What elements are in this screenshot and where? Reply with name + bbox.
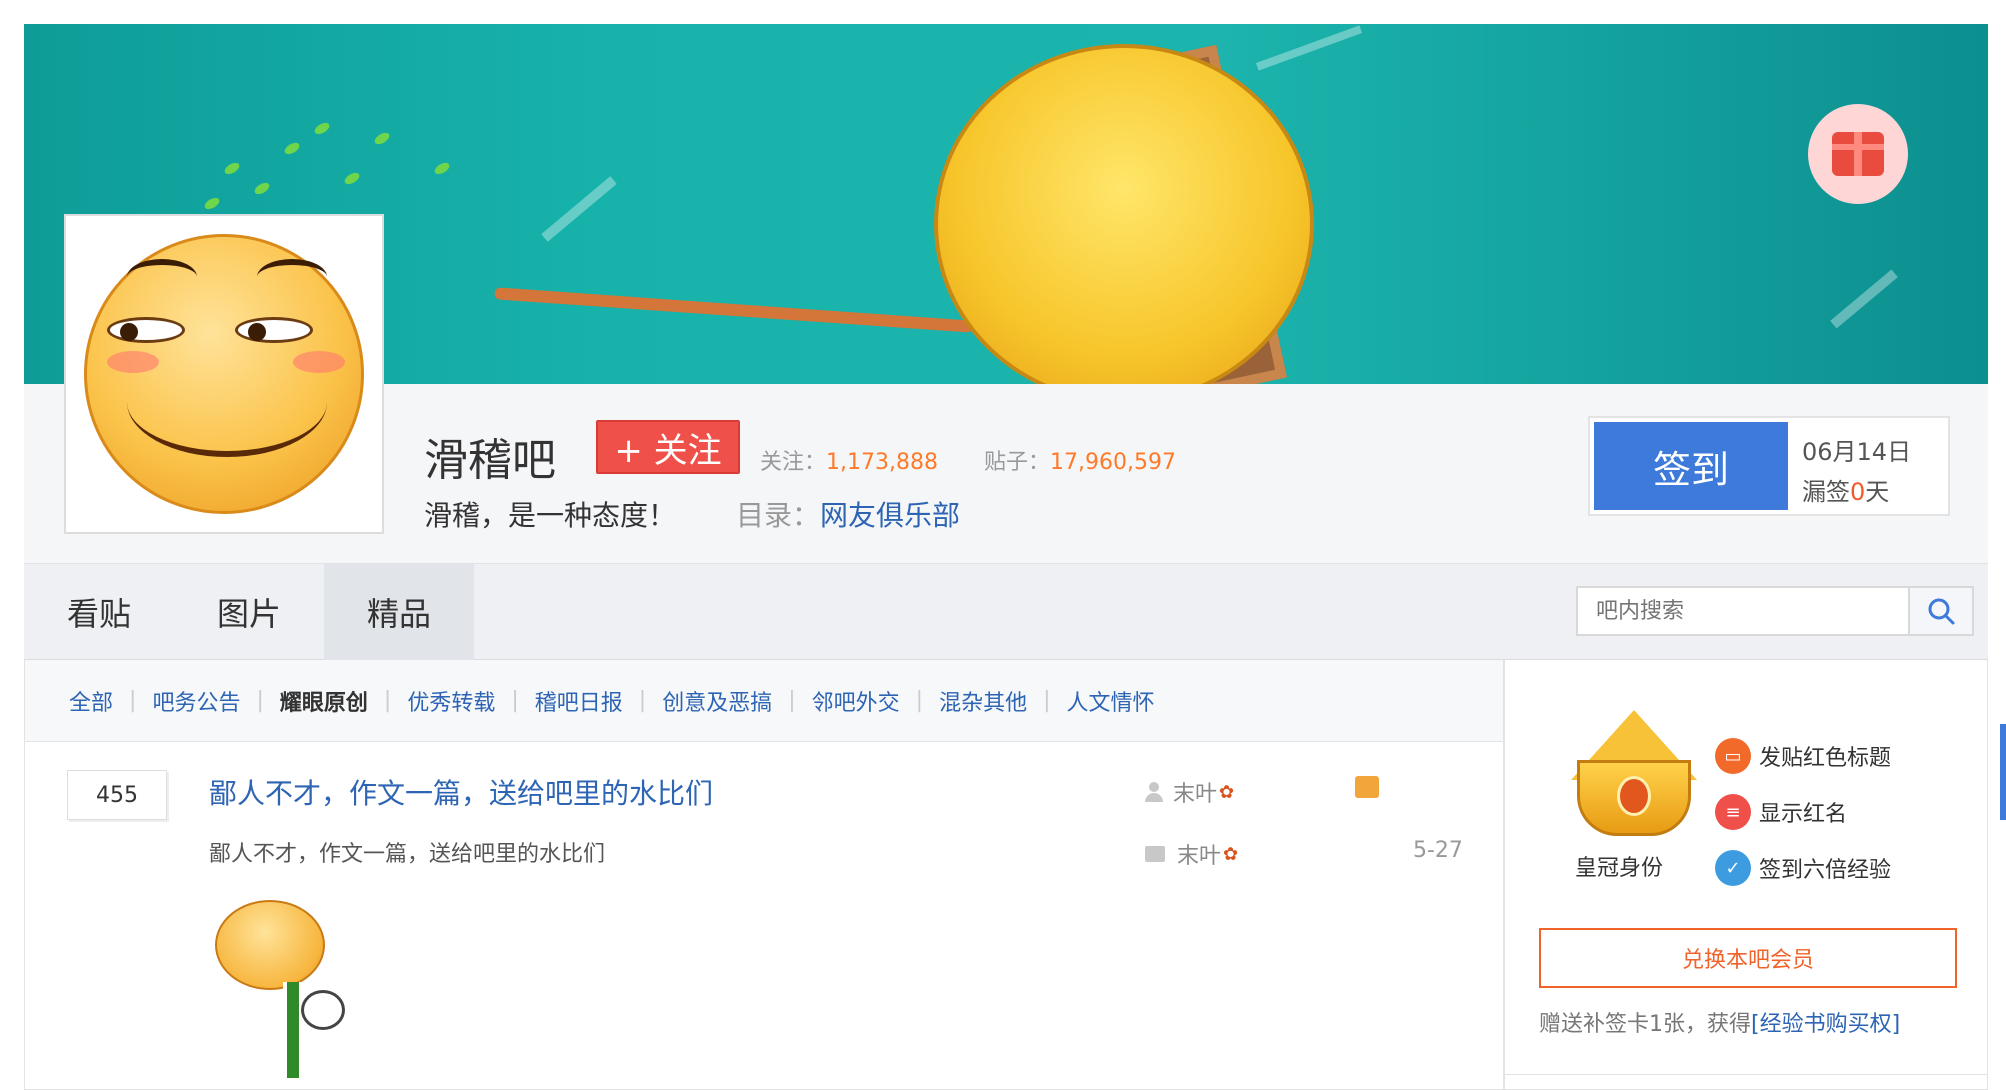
reply-count: 455 [67, 770, 167, 820]
maple-leaf-icon: ✿ [1219, 781, 1235, 803]
crown-icon [1571, 710, 1697, 840]
sign-exp-icon: ✓ [1715, 850, 1751, 886]
category-bar: 全部 | 吧务公告 | 耀眼原创 | 优秀转载 | 稽吧日报 | 创意及恶搞 |… [25, 660, 1503, 742]
tab-images[interactable]: 图片 [174, 564, 324, 660]
category-misc[interactable]: 混杂其他 [939, 685, 1027, 717]
missed-days: 漏签0天 [1802, 478, 1890, 506]
thread-title[interactable]: 鄙人不才，作文一篇，送给吧里的水比们 [209, 772, 713, 812]
category-daily[interactable]: 稽吧日报 [535, 685, 623, 717]
category-diplomacy[interactable]: 邻吧外交 [812, 685, 900, 717]
last-reply-author[interactable]: 末叶 ✿ [1145, 838, 1238, 870]
person-icon [1145, 782, 1163, 802]
member-badge-icon [1355, 776, 1379, 798]
umbrella-face-illustration [934, 44, 1314, 384]
oar-illustration [494, 287, 974, 333]
forum-page: 滑稽吧 + 关注 关注：1,173,888 贴子：17,960,597 滑稽，是… [24, 24, 1988, 1090]
thread-time: 5-27 [1413, 838, 1463, 863]
search-button[interactable] [1910, 586, 1974, 636]
maple-leaf-icon: ✿ [1223, 843, 1239, 865]
follow-count-label: 关注： [760, 450, 827, 475]
perk-red-name: ≡ 显示红名 [1715, 794, 1847, 830]
catalog-label: 目录： [736, 499, 821, 532]
category-creative[interactable]: 创意及恶搞 [662, 685, 772, 717]
member-sidebar: 皇冠身份 ▭ 发贴红色标题 ≡ 显示红名 ✓ 签到六倍经验 兑换本吧会员 赠送补… [1504, 660, 1988, 1090]
bonus-text: 赠送补签卡1张，获得[经验书购买权] [1539, 1012, 1901, 1037]
last-reply-name[interactable]: 末叶 [1177, 838, 1221, 870]
thread-abstract: 鄙人不才，作文一篇，送给吧里的水比们 [209, 842, 606, 867]
signin-panel: 签到 06月14日 漏签0天 [1588, 416, 1950, 516]
reply-icon [1145, 846, 1165, 862]
signin-date: 06月14日 [1802, 438, 1912, 466]
crown-label: 皇冠身份 [1575, 856, 1664, 881]
search-icon [1928, 598, 1955, 625]
category-all[interactable]: 全部 [69, 685, 113, 717]
perk-red-title: ▭ 发贴红色标题 [1715, 738, 1891, 774]
category-original[interactable]: 耀眼原创 [280, 685, 368, 717]
tab-featured[interactable]: 精品 [324, 564, 474, 660]
funny-face-icon [84, 234, 364, 514]
thread-author[interactable]: 末叶 ✿ [1145, 776, 1234, 808]
post-count: 17,960,597 [1050, 450, 1176, 475]
forum-tabs: 看贴 图片 精品 [24, 564, 1988, 660]
thread-list: 全部 | 吧务公告 | 耀眼原创 | 优秀转载 | 稽吧日报 | 创意及恶搞 |… [24, 660, 1504, 1090]
exchange-membership-button[interactable]: 兑换本吧会员 [1539, 928, 1957, 988]
category-reposts[interactable]: 优秀转载 [407, 685, 495, 717]
signin-button[interactable]: 签到 [1594, 422, 1788, 510]
forum-search-input[interactable] [1576, 586, 1910, 636]
category-announcements[interactable]: 吧务公告 [152, 685, 240, 717]
gift-icon [1832, 132, 1884, 176]
catalog-link[interactable]: 网友俱乐部 [820, 499, 960, 532]
red-name-icon: ≡ [1715, 794, 1751, 830]
tab-threads[interactable]: 看贴 [24, 564, 174, 660]
gift-button[interactable] [1808, 104, 1908, 204]
forum-slogan: 滑稽，是一种态度！ [424, 499, 677, 532]
forum-catalog: 目录：网友俱乐部 [736, 494, 960, 534]
side-float-tab[interactable] [2000, 724, 2006, 820]
red-title-icon: ▭ [1715, 738, 1751, 774]
bonus-link[interactable]: [经验书购买权] [1751, 1012, 1900, 1037]
perk-sign-exp: ✓ 签到六倍经验 [1715, 850, 1891, 886]
forum-name: 滑稽吧 [424, 435, 556, 486]
forum-avatar[interactable] [64, 214, 384, 534]
thread-thumbnail[interactable] [205, 890, 375, 1080]
post-count-label: 贴子： [984, 450, 1051, 475]
follow-count: 1,173,888 [826, 450, 938, 475]
follow-button[interactable]: + 关注 [596, 420, 740, 474]
category-humanities[interactable]: 人文情怀 [1067, 685, 1155, 717]
author-name[interactable]: 末叶 [1173, 776, 1217, 808]
post-stat: 贴子：17,960,597 [984, 444, 1176, 476]
follow-stat: 关注：1,173,888 [760, 444, 938, 476]
